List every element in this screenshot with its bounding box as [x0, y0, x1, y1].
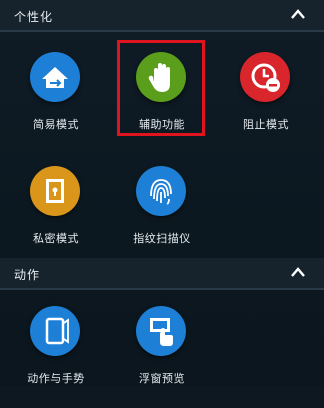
tile-label: 指纹扫描仪 [133, 232, 191, 245]
tile-block-mode[interactable]: 阻止模式 [214, 44, 318, 154]
highlight-frame [117, 40, 205, 136]
tile-label: 简易模式 [33, 118, 79, 131]
tile-motion-gestures[interactable]: 动作与手势 [4, 298, 108, 408]
chevron-up-icon[interactable] [290, 265, 306, 279]
tile-easy-mode[interactable]: 简易模式 [4, 44, 108, 154]
section-header-personalization[interactable]: 个性化 [0, 0, 324, 32]
block-mode-icon [240, 52, 290, 102]
easy-mode-icon [30, 52, 80, 102]
section-header-motion[interactable]: 动作 [0, 258, 324, 290]
motion-gesture-icon [30, 306, 80, 356]
tile-label: 阻止模式 [243, 118, 289, 131]
tile-label: 动作与手势 [27, 372, 85, 385]
chevron-up-icon[interactable] [290, 7, 306, 21]
tile-label: 浮窗预览 [139, 372, 185, 385]
section-title: 个性化 [14, 10, 54, 24]
fingerprint-icon [136, 166, 186, 216]
tile-private-mode[interactable]: 私密模式 [4, 158, 108, 268]
tile-fingerprint-scanner[interactable]: 指纹扫描仪 [110, 158, 214, 268]
tile-label: 私密模式 [33, 232, 79, 245]
air-view-icon [136, 306, 186, 356]
section-title: 动作 [14, 268, 41, 282]
private-mode-icon [30, 166, 80, 216]
tile-air-view[interactable]: 浮窗预览 [110, 298, 214, 408]
settings-screen: 个性化 简易模式 辅助功能 阻止模式 私密模式 指纹扫描仪 动作 动作与手势 浮… [0, 0, 324, 386]
